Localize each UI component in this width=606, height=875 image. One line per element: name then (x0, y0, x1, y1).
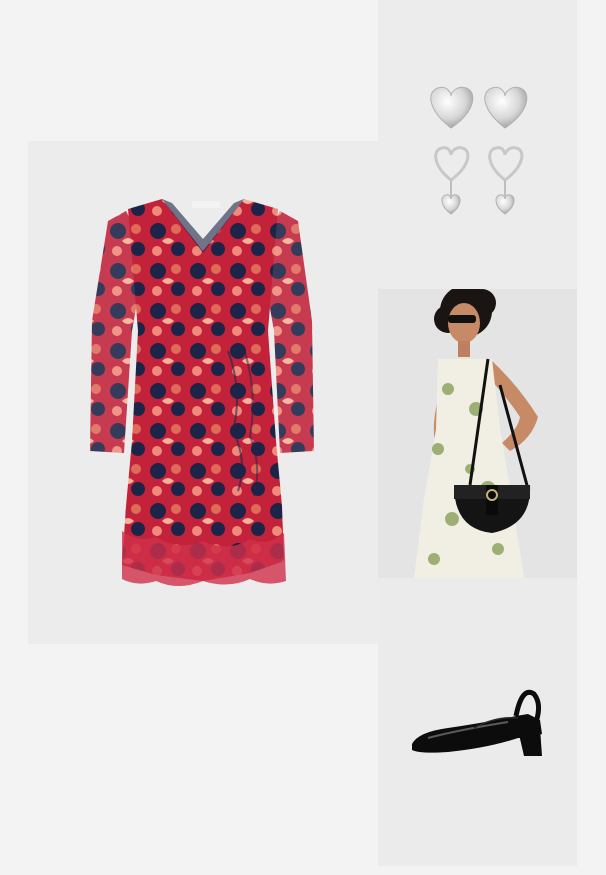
slingback-heel-image (412, 689, 542, 756)
shoe-tile[interactable] (378, 578, 577, 866)
heart-earrings-image (430, 86, 528, 215)
model-with-saddle-bag-image (378, 289, 577, 578)
model-bag-tile[interactable] (378, 289, 577, 578)
earrings-tile[interactable] (378, 0, 577, 289)
dress-tile[interactable] (28, 141, 378, 644)
floral-wrap-dress-image (90, 199, 314, 586)
